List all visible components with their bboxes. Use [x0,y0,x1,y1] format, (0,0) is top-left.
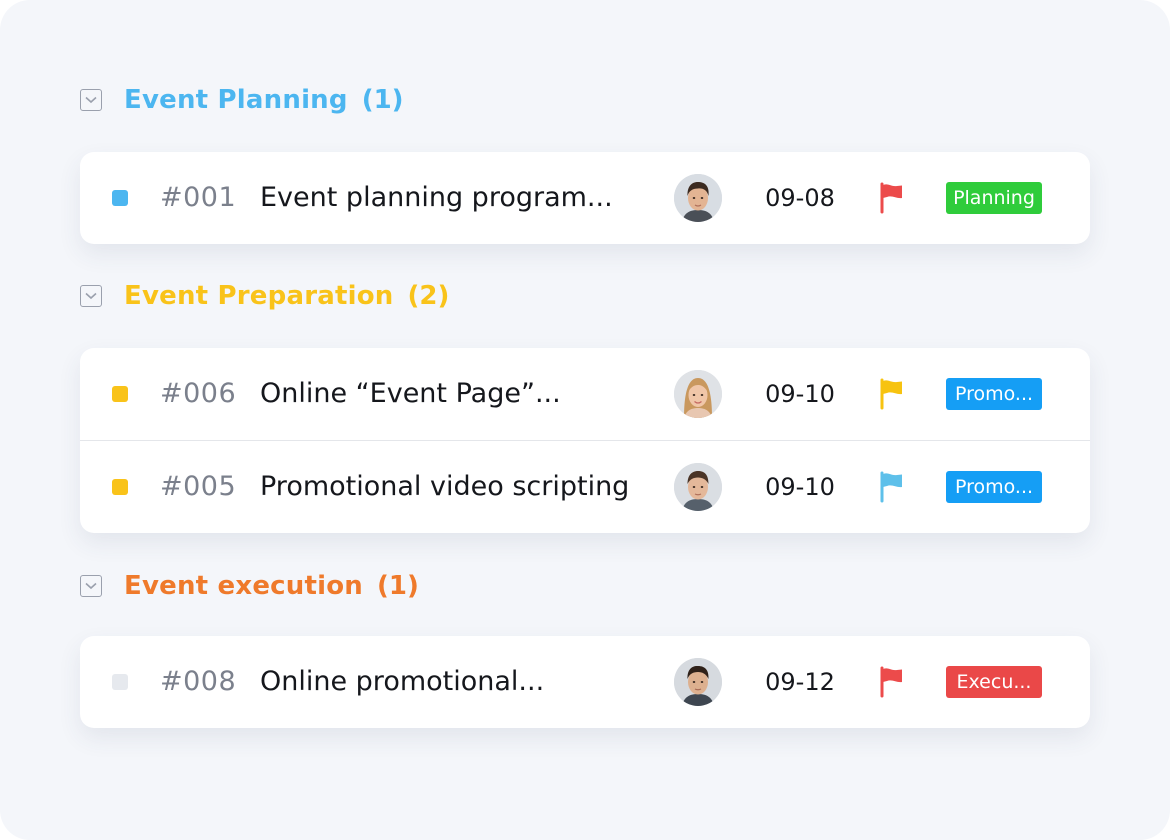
status-indicator [112,674,128,690]
task-row[interactable]: #006 Online “Event Page”... 09-10 Promo.… [80,348,1090,440]
group-count: (1) [361,85,404,115]
status-tag[interactable]: Promo... [946,378,1042,410]
task-row[interactable]: #008 Online promotional... 09-12 Execu..… [80,636,1090,728]
due-date: 09-08 [765,184,835,212]
priority-flag-icon[interactable] [878,182,906,214]
task-id: #006 [160,378,237,409]
priority-flag-icon[interactable] [878,666,906,698]
task-row[interactable]: #005 Promotional video scripting 09-10 P… [80,440,1090,533]
group-card-event-execution: #008 Online promotional... 09-12 Execu..… [80,636,1090,728]
group-title: Event Planning [124,85,348,115]
group-header-event-execution[interactable]: Event execution (1) [80,568,419,604]
priority-flag-icon[interactable] [878,378,906,410]
status-tag[interactable]: Planning [946,182,1042,214]
group-header-event-planning[interactable]: Event Planning (1) [80,82,404,118]
group-count: (2) [407,281,450,311]
male-avatar[interactable] [674,658,722,706]
due-date: 09-10 [765,380,835,408]
group-title: Event execution [124,571,364,601]
male-avatar[interactable] [674,463,722,511]
task-name[interactable]: Promotional video scripting [260,441,629,533]
status-indicator [112,479,128,495]
collapse-toggle[interactable] [80,575,102,597]
collapse-toggle[interactable] [80,285,102,307]
status-tag[interactable]: Promo... [946,471,1042,503]
due-date: 09-10 [765,473,835,501]
status-tag[interactable]: Execu... [946,666,1042,698]
group-card-event-preparation: #006 Online “Event Page”... 09-10 Promo.… [80,348,1090,533]
group-header-event-preparation[interactable]: Event Preparation (2) [80,278,449,314]
task-name[interactable]: Event planning program... [260,152,613,244]
group-count: (1) [377,571,419,601]
chevron-down-icon [85,292,97,300]
male-avatar[interactable] [674,174,722,222]
task-row[interactable]: #001 Event planning program... 09-08 Pla… [80,152,1090,244]
task-id: #008 [160,666,237,697]
status-indicator [112,190,128,206]
task-board-panel: Event Planning (1) #001 Event planning p… [0,0,1170,840]
group-title: Event Preparation [124,281,394,311]
priority-flag-icon[interactable] [878,471,906,503]
due-date: 09-12 [765,668,835,696]
task-id: #001 [160,182,237,213]
task-name[interactable]: Online “Event Page”... [260,348,561,440]
task-id: #005 [160,471,237,502]
chevron-down-icon [85,582,97,590]
task-name[interactable]: Online promotional... [260,636,544,728]
collapse-toggle[interactable] [80,89,102,111]
group-card-event-planning: #001 Event planning program... 09-08 Pla… [80,152,1090,244]
female-avatar[interactable] [674,370,722,418]
status-indicator [112,386,128,402]
chevron-down-icon [85,96,97,104]
